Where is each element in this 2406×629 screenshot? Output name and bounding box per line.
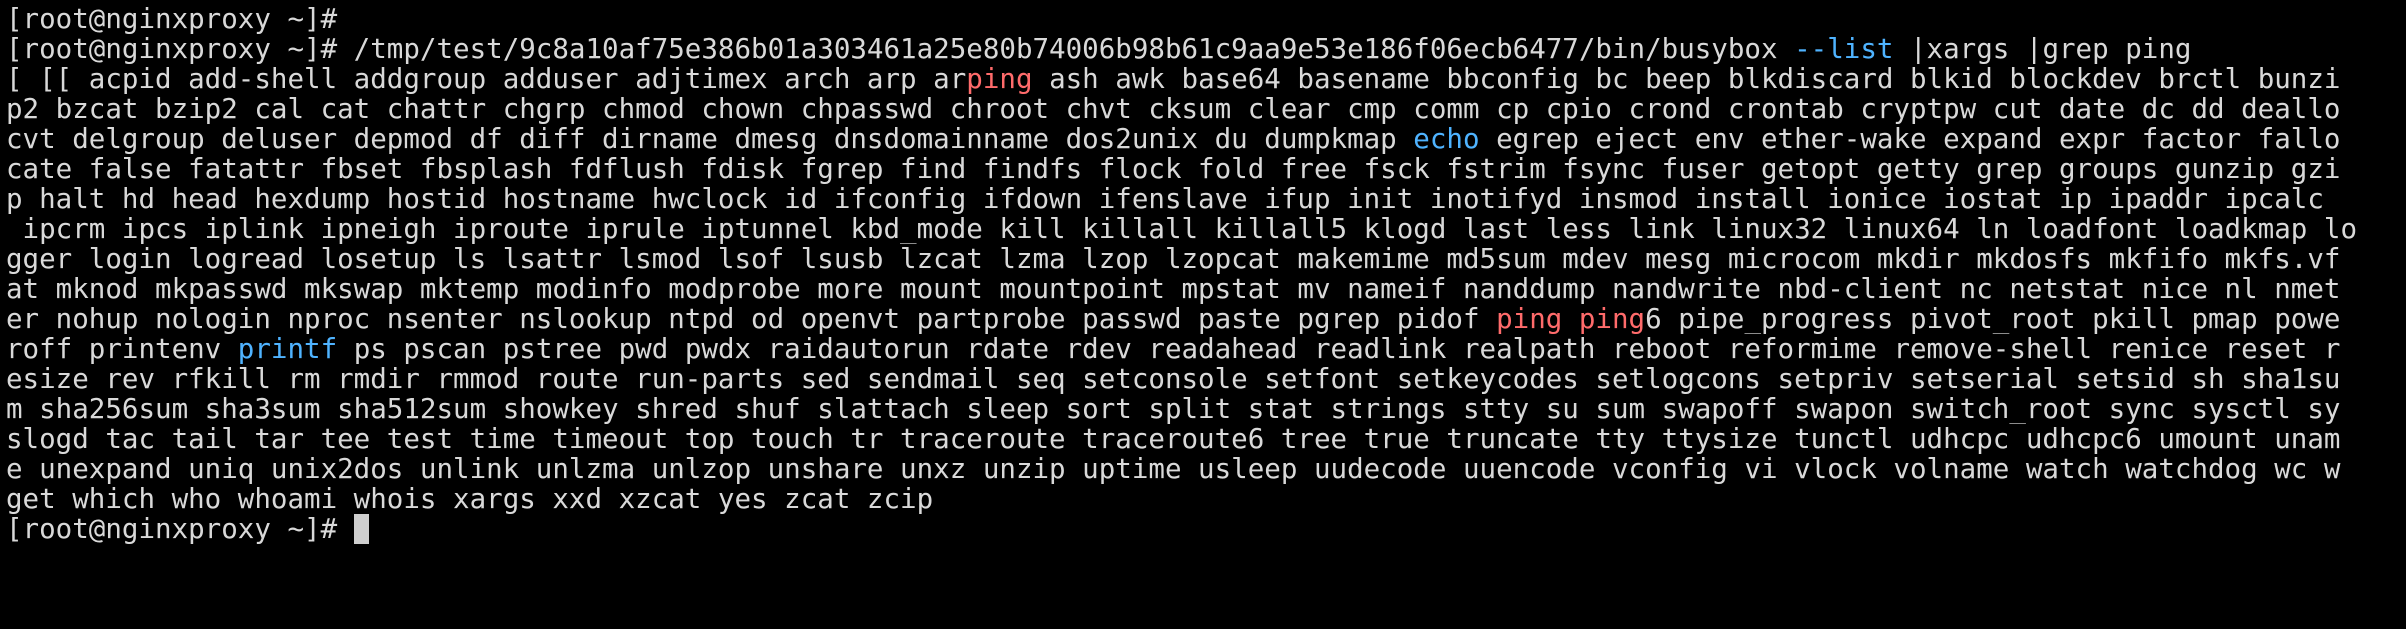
output-line: at mknod mkpasswd mkswap mktemp modinfo … xyxy=(6,274,2406,304)
output-line: esize rev rfkill rm rmdir rmmod route ru… xyxy=(6,364,2406,394)
prompt-line: [root@nginxproxy ~]# xyxy=(6,4,2406,34)
output-line: er nohup nologin nproc nsenter nslookup … xyxy=(6,304,2406,334)
output-line: cvt delgroup deluser depmod df diff dirn… xyxy=(6,124,2406,154)
output-line: p halt hd head hexdump hostid hostname h… xyxy=(6,184,2406,214)
grep-match-text: ping xyxy=(1578,304,1646,334)
output-line: p2 bzcat bzip2 cal cat chattr chgrp chmo… xyxy=(6,94,2406,124)
terminal-text: egrep eject env ether-wake expand expr f… xyxy=(1479,124,2341,154)
terminal-text: [root@nginxproxy ~]# /tmp/test/9c8a10af7… xyxy=(6,34,1795,64)
terminal-text: at mknod mkpasswd mkswap mktemp modinfo … xyxy=(6,274,2341,304)
command-line: [root@nginxproxy ~]# /tmp/test/9c8a10af7… xyxy=(6,34,2406,64)
terminal-text: er nohup nologin nproc nsenter nslookup … xyxy=(6,304,1497,334)
terminal-text: slogd tac tail tar tee test time timeout… xyxy=(6,424,2341,454)
terminal-text: m sha256sum sha3sum sha512sum showkey sh… xyxy=(6,394,2341,424)
terminal-text: esize rev rfkill rm rmdir rmmod route ru… xyxy=(6,364,2341,394)
output-line: gger login logread losetup ls lsattr lsm… xyxy=(6,244,2406,274)
output-line: ipcrm ipcs iplink ipneigh iproute iprule… xyxy=(6,214,2406,244)
terminal-window[interactable]: [root@nginxproxy ~]# [root@nginxproxy ~]#… xyxy=(0,0,2406,629)
terminal-text: ash awk base64 basename bbconfig bc beep… xyxy=(1032,64,2341,94)
terminal-text: ipcrm ipcs iplink ipneigh iproute iprule… xyxy=(6,214,2358,244)
prompt-line: [root@nginxproxy ~]# xyxy=(6,514,2406,544)
terminal-text: cate false fatattr fbset fbsplash fdflus… xyxy=(6,154,2341,184)
terminal-text: 6 pipe_progress pivot_root pkill pmap po… xyxy=(1645,304,2341,334)
grep-match-text: ping xyxy=(1496,304,1563,334)
terminal-text: p halt hd head hexdump hostid hostname h… xyxy=(6,184,2324,214)
output-line: m sha256sum sha3sum sha512sum showkey sh… xyxy=(6,394,2406,424)
terminal-text: roff printenv xyxy=(6,334,238,364)
highlighted-keyword-text: printf xyxy=(237,334,338,364)
highlighted-keyword-text: echo xyxy=(1413,124,1480,154)
output-line: e unexpand uniq unix2dos unlink unlzma u… xyxy=(6,454,2406,484)
terminal-text: p2 bzcat bzip2 cal cat chattr chgrp chmo… xyxy=(6,94,2341,124)
terminal-text: get which who whoami whois xargs xxd xzc… xyxy=(6,484,934,514)
terminal-text: ps pscan pstree pwd pwdx raidautorun rda… xyxy=(337,334,2341,364)
terminal-text: |xargs |grep ping xyxy=(1893,34,2192,64)
terminal-text: [root@nginxproxy ~]# xyxy=(6,4,338,34)
output-line: roff printenv printf ps pscan pstree pwd… xyxy=(6,334,2406,364)
terminal-text: e unexpand uniq unix2dos unlink unlzma u… xyxy=(6,454,2341,484)
output-line: slogd tac tail tar tee test time timeout… xyxy=(6,424,2406,454)
output-line: get which who whoami whois xargs xxd xzc… xyxy=(6,484,2406,514)
highlighted-keyword-text: --list xyxy=(1794,34,1894,64)
terminal-text: gger login logread losetup ls lsattr lsm… xyxy=(6,244,2341,274)
grep-match-text: ping xyxy=(966,64,1033,94)
terminal-text: [root@nginxproxy ~]# xyxy=(6,514,354,544)
block-cursor-icon xyxy=(353,514,369,544)
output-line: [ [[ acpid add-shell addgroup adduser ad… xyxy=(6,64,2406,94)
output-line: cate false fatattr fbset fbsplash fdflus… xyxy=(6,154,2406,184)
terminal-text: cvt delgroup deluser depmod df diff dirn… xyxy=(6,124,1414,154)
terminal-text: [ [[ acpid add-shell addgroup adduser ad… xyxy=(6,64,967,94)
